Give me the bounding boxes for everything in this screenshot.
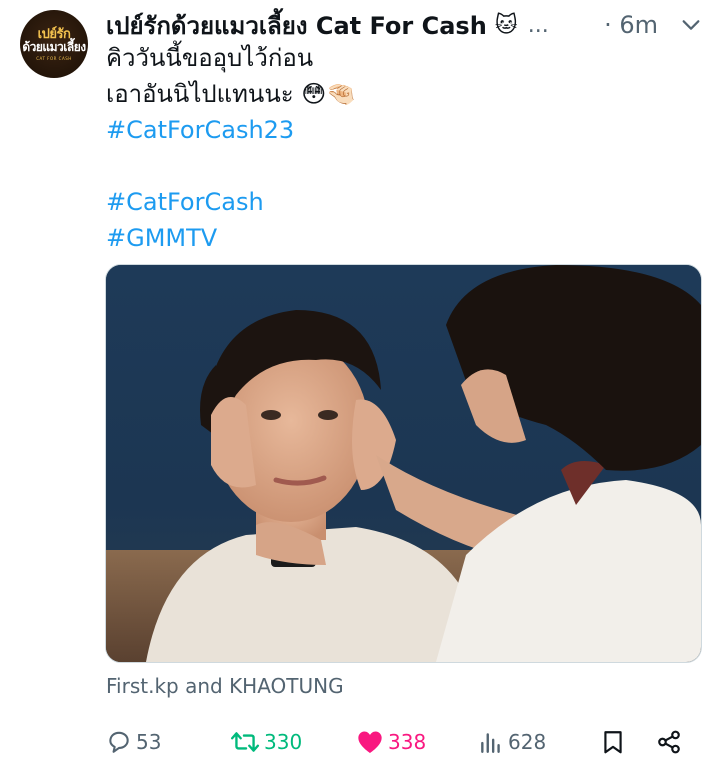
tweet-line-2-emoji: 😳🤏🏻 (301, 80, 357, 108)
retweet-icon (230, 732, 260, 752)
avatar-logo-line1: เปย์รัก (37, 26, 71, 42)
chevron-down-icon[interactable] (680, 13, 704, 37)
tweet-text: คิววันนี้ขออุบไว้ก่อน เอาอันนิไปแทนนะ 😳🤏… (106, 40, 700, 256)
reply-count: 53 (136, 730, 162, 754)
photo-illustration (106, 265, 701, 662)
share-button[interactable] (656, 722, 686, 762)
views-count: 628 (508, 730, 547, 754)
bookmark-button[interactable] (600, 722, 630, 762)
avatar-logo-line3: CAT FOR CASH (36, 55, 72, 61)
reply-button[interactable]: 53 (106, 722, 161, 762)
tweet-photo[interactable] (105, 264, 702, 663)
hashtag-link[interactable]: #CatForCash23 (106, 112, 700, 148)
tweet-header: เปย์รักด้วยแมวเลี้ยง Cat For Cash 🐱 ... … (106, 8, 704, 42)
views-icon (481, 733, 500, 753)
hashtag-link[interactable]: #GMMTV (106, 220, 700, 256)
like-count: 338 (388, 730, 427, 754)
tweet-actions: 53 330 338 628 (106, 722, 700, 762)
tweet-line-1: คิววันนี้ขออุบไว้ก่อน (106, 44, 314, 72)
reply-icon (109, 731, 129, 753)
author-display-name[interactable]: เปย์รักด้วยแมวเลี้ยง Cat For Cash (106, 6, 487, 45)
like-button[interactable]: 338 (356, 722, 426, 762)
avatar-logo-line2: ด้วยแมวเลี้ยง (22, 39, 86, 54)
retweet-count: 330 (264, 730, 303, 754)
heart-icon (358, 731, 382, 754)
tagged-people[interactable]: First.kp and KHAOTUNG (106, 674, 344, 698)
tweet-line-2: เอาอันนิไปแทนนะ 😳🤏🏻 (106, 76, 700, 112)
name-truncation: ... (527, 12, 549, 38)
timestamp[interactable]: · 6m (604, 11, 658, 39)
views-button[interactable]: 628 (478, 722, 546, 762)
tweet-line-2-text: เอาอันนิไปแทนนะ (106, 80, 294, 108)
avatar[interactable]: เปย์รัก ด้วยแมวเลี้ยง CAT FOR CASH (20, 10, 88, 78)
name-emoji: 🐱 (494, 12, 518, 38)
share-icon (658, 730, 680, 754)
retweet-button[interactable]: 330 (230, 722, 302, 762)
hashtag-link[interactable]: #CatForCash (106, 184, 700, 220)
bookmark-icon (604, 731, 622, 754)
